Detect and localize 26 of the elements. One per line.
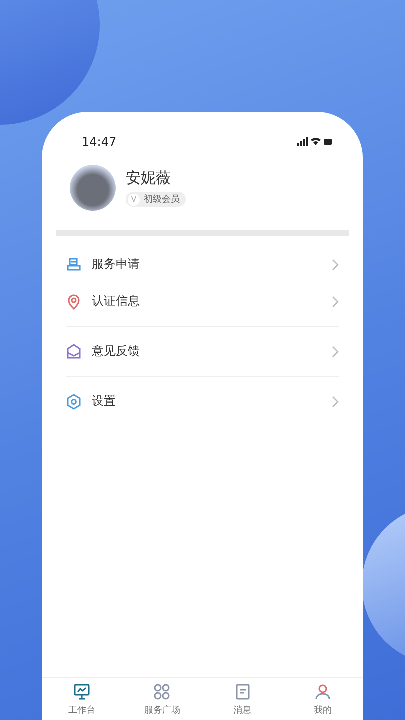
user-icon: [314, 683, 332, 701]
chevron-right-icon: [332, 396, 339, 408]
status-icons: [297, 137, 333, 147]
tab-bar-item[interactable]: 消息: [212, 683, 273, 717]
document-stamp-icon: [66, 256, 82, 272]
grid-icon: [153, 683, 172, 701]
settings-icon: [66, 394, 82, 410]
chevron-right-icon: [332, 346, 339, 358]
menu-item[interactable]: 服务申请: [66, 246, 339, 283]
avatar-photo-placeholder: [70, 165, 116, 211]
user-name: 安妮薇: [126, 169, 172, 188]
location-pin-icon: [66, 294, 82, 310]
chevron-right-icon: [332, 258, 339, 270]
menu-item[interactable]: 认证信息: [66, 283, 339, 320]
chevron-right-icon: [332, 296, 339, 308]
monitor-icon: [73, 683, 92, 701]
status-time: 14:47: [82, 135, 117, 149]
member-level: 初级会员: [144, 194, 180, 206]
menu-item[interactable]: 意见反馈: [66, 333, 339, 370]
menu-item[interactable]: 设置: [66, 383, 339, 420]
envelope-icon: [66, 344, 82, 360]
tab-bar-item[interactable]: 工作台: [52, 683, 112, 717]
badge-icon-letter: V: [128, 194, 140, 206]
document-icon: [234, 683, 252, 701]
tab-bar-item[interactable]: 服务广场: [132, 683, 192, 717]
tab-bar-item[interactable]: 我的: [292, 683, 353, 717]
